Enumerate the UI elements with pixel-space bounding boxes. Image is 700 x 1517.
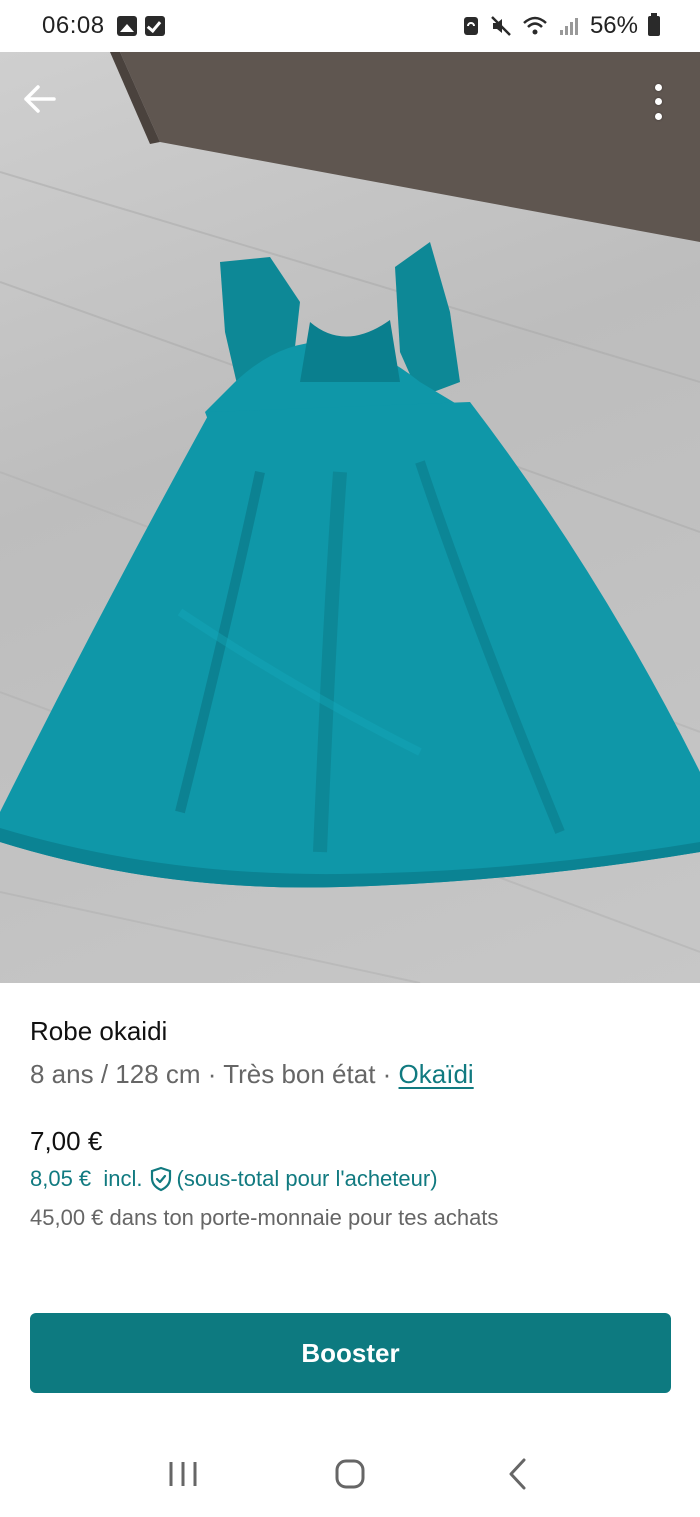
item-title: Robe okaidi xyxy=(30,1016,168,1046)
sync-icon xyxy=(463,17,478,35)
mute-icon xyxy=(491,16,511,36)
status-time: 06:08 xyxy=(42,12,105,39)
wifi-icon xyxy=(523,16,547,35)
item-details: Robe okaidi 8 ans / 128 cm · Très bon ét… xyxy=(30,1016,670,1230)
check-square-icon xyxy=(144,16,165,36)
more-vert-icon xyxy=(654,83,662,91)
image-icon xyxy=(116,16,137,36)
system-back-button[interactable] xyxy=(487,1444,547,1504)
furniture xyxy=(120,52,700,242)
recent-apps-icon xyxy=(169,1461,197,1486)
status-bar: 06:08 56% xyxy=(0,0,700,52)
buyer-incl: incl. xyxy=(103,1166,143,1191)
shield-icon xyxy=(149,1166,173,1192)
buyer-price-info[interactable]: 8,05 € incl. (sous-total pour l'acheteur… xyxy=(30,1166,438,1192)
dress-photo-illustration xyxy=(0,52,700,983)
chevron-left-icon xyxy=(509,1458,526,1489)
home-icon xyxy=(335,1459,365,1488)
wallet-note: 45,00 € dans ton porte-monnaie pour tes … xyxy=(30,1205,499,1230)
item-condition: Très bon état xyxy=(223,1059,376,1089)
booster-button[interactable]: Booster xyxy=(30,1313,671,1393)
buyer-note: (sous-total pour l'acheteur) xyxy=(176,1166,438,1191)
back-arrow-icon xyxy=(24,85,56,113)
buyer-price: 8,05 € xyxy=(30,1166,92,1191)
recent-apps-button[interactable] xyxy=(153,1444,213,1504)
item-price: 7,00 € xyxy=(30,1126,103,1156)
item-meta: 8 ans / 128 cm · Très bon état · Okaïdi xyxy=(30,1059,670,1090)
home-button[interactable] xyxy=(320,1444,380,1504)
item-photo[interactable] xyxy=(0,52,700,983)
system-nav-bar xyxy=(0,1430,700,1517)
item-size: 8 ans / 128 cm xyxy=(30,1059,201,1089)
back-button[interactable] xyxy=(22,84,62,124)
item-brand-link[interactable]: Okaïdi xyxy=(399,1059,474,1089)
signal-icon xyxy=(559,18,578,35)
more-options-button[interactable] xyxy=(646,80,670,124)
dress xyxy=(0,242,700,888)
status-left-icons xyxy=(116,16,165,36)
meta-separator: · xyxy=(200,1059,224,1089)
meta-separator: · xyxy=(375,1059,399,1089)
battery-icon xyxy=(648,13,660,36)
status-right: 56% xyxy=(462,12,660,40)
battery-level: 56% xyxy=(589,12,638,39)
